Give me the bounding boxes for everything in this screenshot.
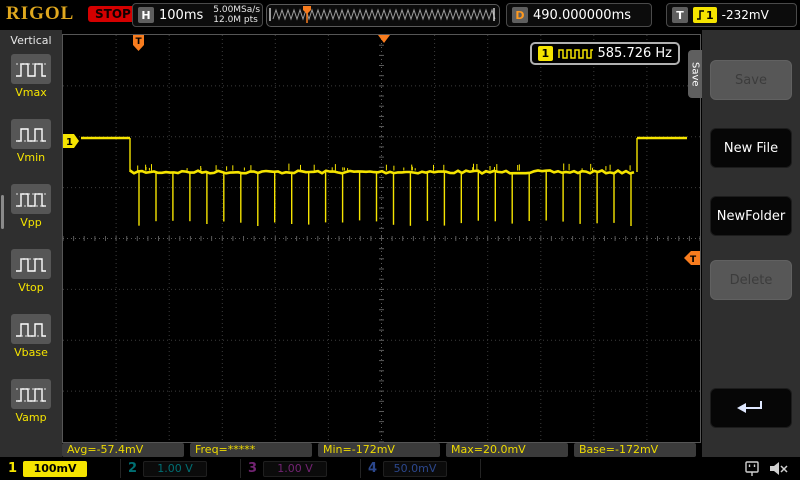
right-menu: Save New File NewFolder Delete: [702, 30, 800, 457]
sidebar-item-label: Vbase: [14, 346, 48, 359]
vamp-icon: [11, 379, 51, 409]
channel-2-scale: 1.00 V: [143, 460, 208, 477]
return-arrow-icon: [737, 401, 762, 413]
back-button[interactable]: [710, 388, 792, 428]
new-folder-button[interactable]: NewFolder: [710, 196, 792, 236]
acquisition-info: 5.00MSa/s 12.0M pts: [213, 5, 260, 25]
sidebar-item-label: Vmax: [15, 86, 47, 99]
trigger-source-badge: 1: [693, 7, 717, 23]
channel-3-scale: 1.00 V: [263, 460, 328, 477]
sidebar-item-vmin[interactable]: Vmin: [0, 119, 62, 179]
menu-tab-save: Save: [688, 50, 702, 98]
trigger-level-value: -232mV: [721, 8, 769, 22]
divider: [120, 459, 121, 478]
divider: [360, 459, 361, 478]
save-button[interactable]: Save: [710, 60, 792, 100]
rigol-logo: RIGOL: [6, 3, 75, 24]
sidebar-item-label: Vtop: [18, 281, 44, 294]
channel-1-number: 1: [8, 461, 18, 476]
channel-4-number: 4: [368, 461, 378, 476]
horizontal-group: H 100ms 5.00MSa/s 12.0M pts: [132, 3, 263, 27]
vmin-icon: [11, 119, 51, 149]
channel-2-number: 2: [128, 461, 138, 476]
new-file-button[interactable]: New File: [710, 128, 792, 168]
sidebar-item-vpp[interactable]: Vpp: [0, 184, 62, 244]
usb-icon: [745, 461, 759, 476]
trigger-label: T: [672, 7, 688, 23]
delay-group: D 490.000000ms: [506, 3, 652, 27]
vtop-icon: [11, 249, 51, 279]
vpp-icon: [11, 184, 51, 214]
sidebar-item-label: Vpp: [20, 216, 42, 229]
measurement-base: Base=-172mV: [574, 443, 696, 457]
sidebar-item-vtop[interactable]: Vtop: [0, 249, 62, 309]
measurement-freq: Freq=*****: [190, 443, 312, 457]
vbase-icon: [11, 314, 51, 344]
run-state-badge: STOP: [88, 6, 138, 22]
channel-1-status[interactable]: 1 100mV: [8, 460, 88, 477]
menu-scroll-handle[interactable]: [1, 195, 4, 229]
sample-rate: 5.00MSa/s: [213, 5, 261, 15]
horizontal-label: H: [138, 7, 154, 23]
counter-frequency-value: 585.726 Hz: [597, 46, 673, 61]
vmax-icon: [11, 54, 51, 84]
trigger-group: T 1 -232mV: [666, 3, 797, 27]
waveform-trace: 1 T T: [62, 34, 701, 443]
measurement-max: Max=20.0mV: [446, 443, 568, 457]
sidebar-title: Vertical: [10, 34, 52, 47]
trigger-source-channel: 1: [706, 8, 714, 22]
channel-1-scale: 100mV: [23, 460, 88, 477]
measurement-min: Min=-172mV: [318, 443, 440, 457]
sidebar-item-vbase[interactable]: Vbase: [0, 314, 62, 374]
counter-channel-badge: 1: [538, 46, 553, 61]
svg-text:T: T: [136, 37, 143, 47]
sidebar-item-vmax[interactable]: Vmax: [0, 54, 62, 114]
delete-button[interactable]: Delete: [710, 260, 792, 300]
preview-waveform-icon: [269, 6, 496, 23]
sidebar-item-label: Vmin: [16, 151, 46, 164]
channel-4-scale: 50.0mV: [383, 460, 448, 477]
divider: [240, 459, 241, 478]
divider: [480, 459, 481, 478]
measurement-avg: Avg=-57.4mV: [62, 443, 184, 457]
svg-text:T: T: [690, 255, 697, 265]
frequency-counter: 1 585.726 Hz: [530, 42, 680, 65]
channel-4-status[interactable]: 4 50.0mV: [368, 460, 448, 477]
sidebar-item-label: Vamp: [15, 411, 47, 424]
delay-label: D: [512, 7, 528, 23]
speaker-mute-icon: [770, 462, 788, 475]
memory-depth: 12.0M pts: [213, 15, 258, 25]
measurement-sidebar: Vertical Vmax Vmin Vpp Vtop Vbase Vamp: [0, 30, 62, 457]
svg-text:1: 1: [66, 137, 73, 148]
trigger-slope-icon: [697, 10, 704, 20]
channel-2-status[interactable]: 2 1.00 V: [128, 460, 208, 477]
channel-3-number: 3: [248, 461, 258, 476]
waveform-display: 1 T T: [62, 34, 701, 443]
sidebar-item-vamp[interactable]: Vamp: [0, 379, 62, 439]
timebase-value: 100ms: [159, 7, 204, 23]
channel-status-bar: 1 100mV 2 1.00 V 3 1.00 V 4 50.0mV: [0, 457, 800, 480]
pulse-train-icon: [557, 49, 593, 59]
top-bar: RIGOL STOP H 100ms 5.00MSa/s 12.0M pts D…: [0, 0, 800, 30]
delay-value: 490.000000ms: [533, 7, 632, 23]
waveform-position-preview: [266, 4, 500, 27]
oscilloscope-screen: RIGOL STOP H 100ms 5.00MSa/s 12.0M pts D…: [0, 0, 800, 480]
channel-3-status[interactable]: 3 1.00 V: [248, 460, 328, 477]
